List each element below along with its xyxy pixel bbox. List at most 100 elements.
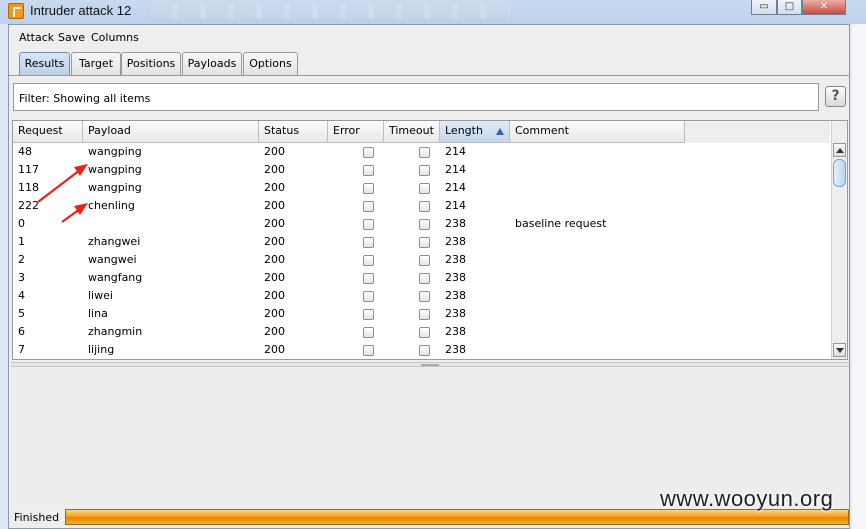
length-cell: 214 — [445, 145, 466, 158]
length-cell: 214 — [445, 181, 466, 194]
column-header-comment[interactable]: Comment — [510, 121, 685, 143]
error-checkbox[interactable] — [363, 255, 374, 266]
column-header-length[interactable]: Length — [440, 121, 510, 143]
length-cell: 238 — [445, 325, 466, 338]
error-checkbox[interactable] — [363, 219, 374, 230]
tab-positions[interactable]: Positions — [121, 52, 181, 76]
menu-save[interactable]: Save — [58, 31, 85, 44]
error-checkbox[interactable] — [363, 147, 374, 158]
payload-cell: zhangmin — [88, 325, 143, 338]
error-checkbox[interactable] — [363, 201, 374, 212]
length-cell: 238 — [445, 271, 466, 284]
table-row[interactable]: 5 lina 200 238 — [13, 305, 685, 323]
help-icon[interactable]: ? — [825, 86, 846, 107]
table-row[interactable]: 6 zhangmin 200 238 — [13, 323, 685, 341]
column-header-request[interactable]: Request — [13, 121, 83, 143]
payload-cell: chenling — [88, 199, 135, 212]
menu-attack[interactable]: Attack — [19, 31, 54, 44]
timeout-checkbox[interactable] — [419, 147, 430, 158]
table-row[interactable]: 48 wangping 200 214 — [13, 143, 685, 161]
timeout-checkbox[interactable] — [419, 291, 430, 302]
table-header: Request Payload Status Error Timeout Len… — [13, 121, 685, 143]
burp-app-icon — [8, 3, 24, 19]
close-icon[interactable]: ✕ — [802, 0, 846, 15]
length-cell: 238 — [445, 307, 466, 320]
request-cell: 5 — [18, 307, 25, 320]
length-cell: 238 — [445, 343, 466, 356]
table-row[interactable]: 2 wangwei 200 238 — [13, 251, 685, 269]
comment-cell — [510, 287, 685, 305]
timeout-checkbox[interactable] — [419, 273, 430, 284]
restore-icon[interactable]: □ — [777, 0, 802, 15]
column-header-timeout[interactable]: Timeout — [384, 121, 440, 143]
table-row[interactable]: 118 wangping 200 214 — [13, 179, 685, 197]
error-checkbox[interactable] — [363, 291, 374, 302]
scroll-thumb[interactable] — [833, 159, 846, 187]
error-checkbox[interactable] — [363, 345, 374, 356]
timeout-checkbox[interactable] — [419, 165, 430, 176]
error-checkbox[interactable] — [363, 309, 374, 320]
watermark: www.wooyun.org — [660, 486, 834, 511]
status-cell: 200 — [264, 271, 285, 284]
table-row[interactable]: 222 chenling 200 214 — [13, 197, 685, 215]
minimize-icon[interactable]: ▭ — [751, 0, 777, 15]
table-row[interactable]: 117 wangping 200 214 — [13, 161, 685, 179]
tab-divider — [9, 75, 849, 76]
status-cell: 200 — [264, 145, 285, 158]
filter-bar[interactable]: Filter: Showing all items — [13, 83, 819, 111]
window-title: Intruder attack 12 — [30, 3, 132, 18]
tab-options[interactable]: Options — [243, 52, 298, 76]
scroll-up-icon[interactable] — [833, 143, 846, 157]
table-row[interactable]: 0 200 238 baseline request — [13, 215, 685, 233]
splitter-grip[interactable] — [421, 364, 439, 366]
request-cell: 1 — [18, 235, 25, 248]
comment-cell — [510, 305, 685, 323]
tab-target[interactable]: Target — [71, 52, 121, 76]
timeout-checkbox[interactable] — [419, 201, 430, 212]
window-frame: Intruder attack 12 ▭ □ ✕ Attack Save Col… — [0, 0, 866, 529]
title-bar[interactable]: Intruder attack 12 ▭ □ ✕ — [0, 0, 866, 22]
filter-text: Filter: Showing all items — [19, 92, 151, 105]
detail-pane — [11, 368, 849, 503]
background-toolbar-ghost — [150, 4, 510, 18]
error-checkbox[interactable] — [363, 237, 374, 248]
status-cell: 200 — [264, 325, 285, 338]
request-cell: 222 — [18, 199, 39, 212]
timeout-checkbox[interactable] — [419, 309, 430, 320]
error-checkbox[interactable] — [363, 183, 374, 194]
table-row[interactable]: 4 liwei 200 238 — [13, 287, 685, 305]
menu-columns[interactable]: Columns — [91, 31, 139, 44]
timeout-checkbox[interactable] — [419, 255, 430, 266]
status-cell: 200 — [264, 199, 285, 212]
comment-cell — [510, 269, 685, 287]
scroll-down-icon[interactable] — [833, 343, 846, 357]
payload-cell: wangfang — [88, 271, 143, 284]
error-checkbox[interactable] — [363, 165, 374, 176]
payload-cell: lina — [88, 307, 108, 320]
comment-cell — [510, 323, 685, 341]
column-header-payload[interactable]: Payload — [83, 121, 259, 143]
comment-cell — [510, 143, 685, 161]
column-header-status[interactable]: Status — [259, 121, 328, 143]
request-cell: 4 — [18, 289, 25, 302]
length-cell: 238 — [445, 289, 466, 302]
vertical-scrollbar[interactable] — [831, 121, 847, 359]
intruder-results-window: Attack Save Columns Results Target Posit… — [8, 24, 850, 529]
header-filler — [685, 121, 830, 143]
table-row[interactable]: 7 lijing 200 238 — [13, 341, 685, 359]
table-body: 48 wangping 200 214 117 wangping 200 214 118 wang… — [13, 143, 685, 359]
pane-splitter[interactable] — [11, 362, 849, 367]
error-checkbox[interactable] — [363, 273, 374, 284]
table-row[interactable]: 1 zhangwei 200 238 — [13, 233, 685, 251]
tab-results[interactable]: Results — [19, 52, 70, 76]
error-checkbox[interactable] — [363, 327, 374, 338]
timeout-checkbox[interactable] — [419, 327, 430, 338]
table-row[interactable]: 3 wangfang 200 238 — [13, 269, 685, 287]
length-cell: 214 — [445, 163, 466, 176]
timeout-checkbox[interactable] — [419, 219, 430, 230]
timeout-checkbox[interactable] — [419, 345, 430, 356]
tab-payloads[interactable]: Payloads — [182, 52, 242, 76]
timeout-checkbox[interactable] — [419, 237, 430, 248]
column-header-error[interactable]: Error — [328, 121, 384, 143]
timeout-checkbox[interactable] — [419, 183, 430, 194]
